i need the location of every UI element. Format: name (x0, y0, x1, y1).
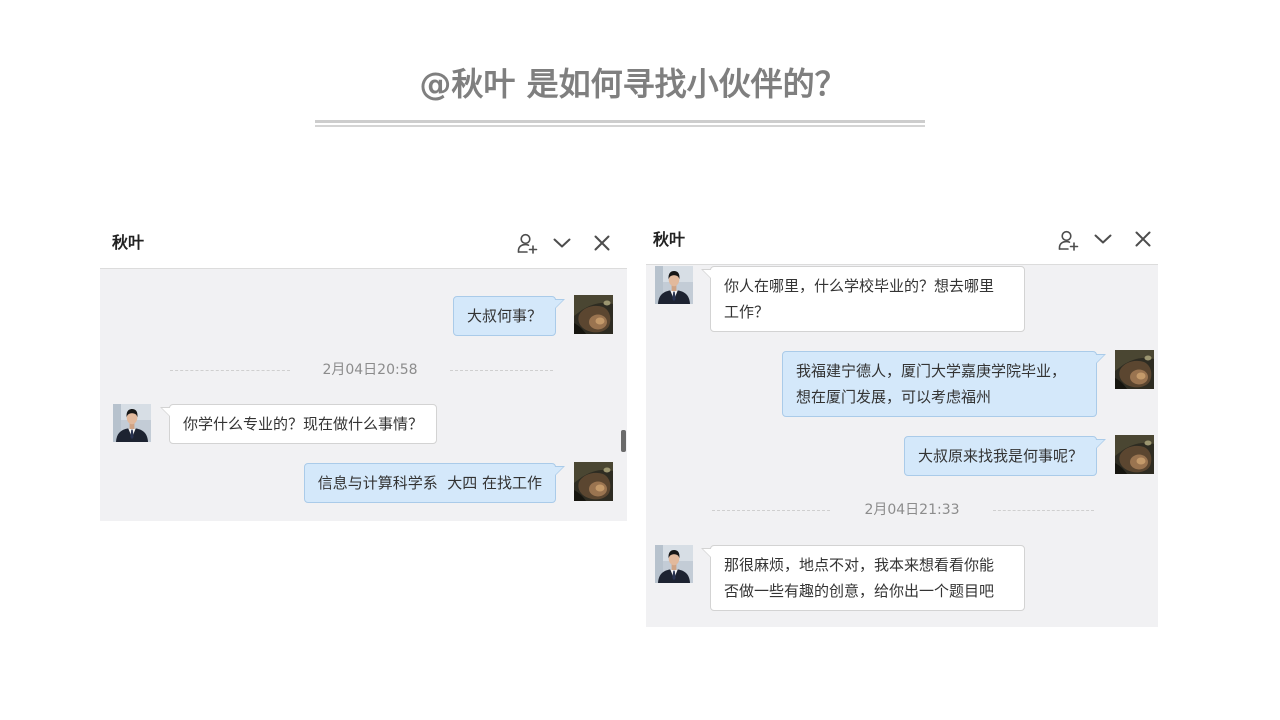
message-text: 工作？ (724, 303, 770, 321)
divider-line (450, 370, 553, 371)
message-bubble[interactable]: 大叔何事？ (452, 296, 566, 336)
contact-name: 秋叶 (112, 233, 145, 252)
message-text: 我福建宁德人，厦门大学嘉庚学院毕业， (796, 362, 1067, 380)
contact-name: 秋叶 (653, 230, 686, 249)
add-contact-icon[interactable] (1057, 229, 1079, 251)
message-text: 大叔原来找我是何事呢？ (917, 447, 1083, 465)
my-avatar[interactable] (574, 295, 613, 334)
message-text: 大叔何事？ (466, 307, 542, 325)
slide: @秋叶 是如何寻找小伙伴的？ 秋叶 大叔何事？ 2月04日20:58 你学什么专… (0, 0, 1280, 720)
message-bubble[interactable]: 那很麻烦，地点不对，我本来想看看你能 否做一些有趣的创意，给你出一个题目吧 (701, 545, 1025, 611)
chat-window-right: 秋叶 你人在哪里，什么学校毕业的？想去哪里 工作？ 我福建宁德人，厦门大学嘉庚学… (646, 220, 1158, 627)
chat-window-left: 秋叶 大叔何事？ 2月04日20:58 你学什么专业的？现在做什么事情？ 信息与… (100, 222, 627, 521)
message-text: 你人在哪里，什么学校毕业的？想去哪里 (724, 277, 995, 295)
message-bubble[interactable]: 我福建宁德人，厦门大学嘉庚学院毕业， 想在厦门发展，可以考虑福州 (782, 351, 1106, 417)
close-icon[interactable] (591, 232, 613, 254)
my-avatar[interactable] (1115, 435, 1154, 474)
timestamp-divider: 2月04日21:33 (646, 500, 1158, 520)
title-double-underline (315, 120, 925, 127)
slide-title: @秋叶 是如何寻找小伙伴的？ (419, 65, 847, 103)
message-bubble[interactable]: 你学什么专业的？现在做什么事情？ (159, 404, 438, 444)
divider-line (712, 510, 830, 511)
message-bubble[interactable]: 大叔原来找我是何事呢？ (903, 436, 1107, 476)
timestamp: 2月04日20:58 (322, 362, 418, 378)
divider-line (993, 510, 1094, 511)
close-icon[interactable] (1132, 228, 1154, 250)
message-list: 大叔何事？ 2月04日20:58 你学什么专业的？现在做什么事情？ 信息与计算科… (100, 269, 627, 521)
message-text: 否做一些有趣的创意，给你出一个题目吧 (724, 582, 995, 600)
divider-line (170, 370, 290, 371)
my-avatar[interactable] (1115, 350, 1154, 389)
message-text: 信息与计算科学系 大四 在找工作 (317, 474, 542, 492)
chat-header: 秋叶 (646, 220, 1158, 265)
contact-avatar[interactable] (113, 404, 151, 442)
add-contact-icon[interactable] (516, 232, 538, 254)
message-text: 想在厦门发展，可以考虑福州 (796, 388, 992, 406)
scrollbar-thumb[interactable] (621, 430, 626, 452)
timestamp: 2月04日21:33 (864, 502, 960, 518)
message-text: 你学什么专业的？现在做什么事情？ (183, 415, 424, 433)
message-bubble[interactable]: 你人在哪里，什么学校毕业的？想去哪里 工作？ (701, 266, 1025, 332)
chevron-down-icon[interactable] (1092, 228, 1114, 250)
message-bubble[interactable]: 信息与计算科学系 大四 在找工作 (303, 463, 566, 503)
contact-avatar[interactable] (655, 266, 693, 304)
message-text: 那很麻烦，地点不对，我本来想看看你能 (724, 556, 995, 574)
contact-avatar[interactable] (655, 545, 693, 583)
message-list: 你人在哪里，什么学校毕业的？想去哪里 工作？ 我福建宁德人，厦门大学嘉庚学院毕业… (646, 265, 1158, 627)
timestamp-divider: 2月04日20:58 (100, 360, 627, 380)
chat-header: 秋叶 (100, 222, 627, 269)
chevron-down-icon[interactable] (551, 232, 573, 254)
my-avatar[interactable] (574, 462, 613, 501)
